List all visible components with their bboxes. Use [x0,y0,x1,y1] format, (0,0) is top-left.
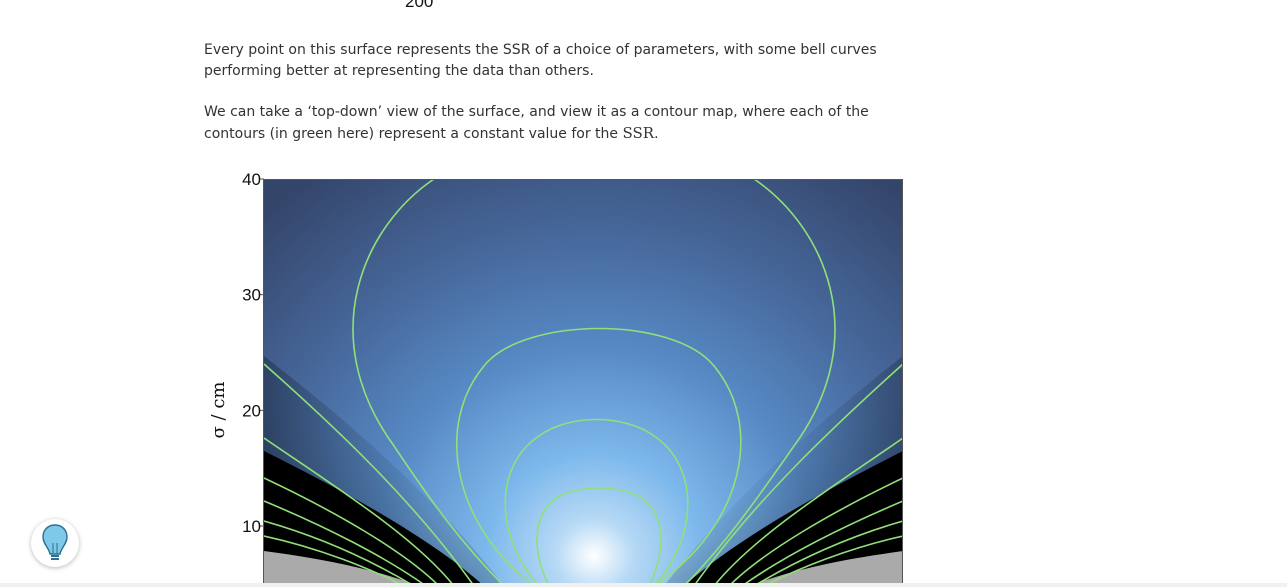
paragraph-contour-description: We can take a ‘top-down’ view of the sur… [204,102,909,145]
paragraph-surface-description: Every point on this surface represents t… [204,42,877,79]
help-widget-button[interactable] [31,519,79,567]
y-tick-label: 40 [242,170,261,189]
lightbulb-icon [42,524,68,560]
contour-plot: 40 30 20 10 σ / cm [208,170,903,587]
y-tick-label: 20 [242,401,261,420]
article-body: Every point on this surface represents t… [204,40,909,165]
y-axis-label: σ / cm [208,382,229,439]
paragraph-contour-text: We can take a ‘top-down’ view of the sur… [204,104,869,142]
y-axis-ticks: 40 30 20 10 [242,170,264,536]
y-tick-label: 10 [242,517,261,536]
bottom-edge [0,583,1287,587]
y-tick-label: 30 [242,286,261,305]
ssr-math-symbol: SSR [622,124,655,142]
previous-figure-tick-label: 200 [405,0,434,11]
paragraph-contour-end: . [654,126,659,142]
contour-plot-figure: 40 30 20 10 σ / cm [204,166,909,587]
